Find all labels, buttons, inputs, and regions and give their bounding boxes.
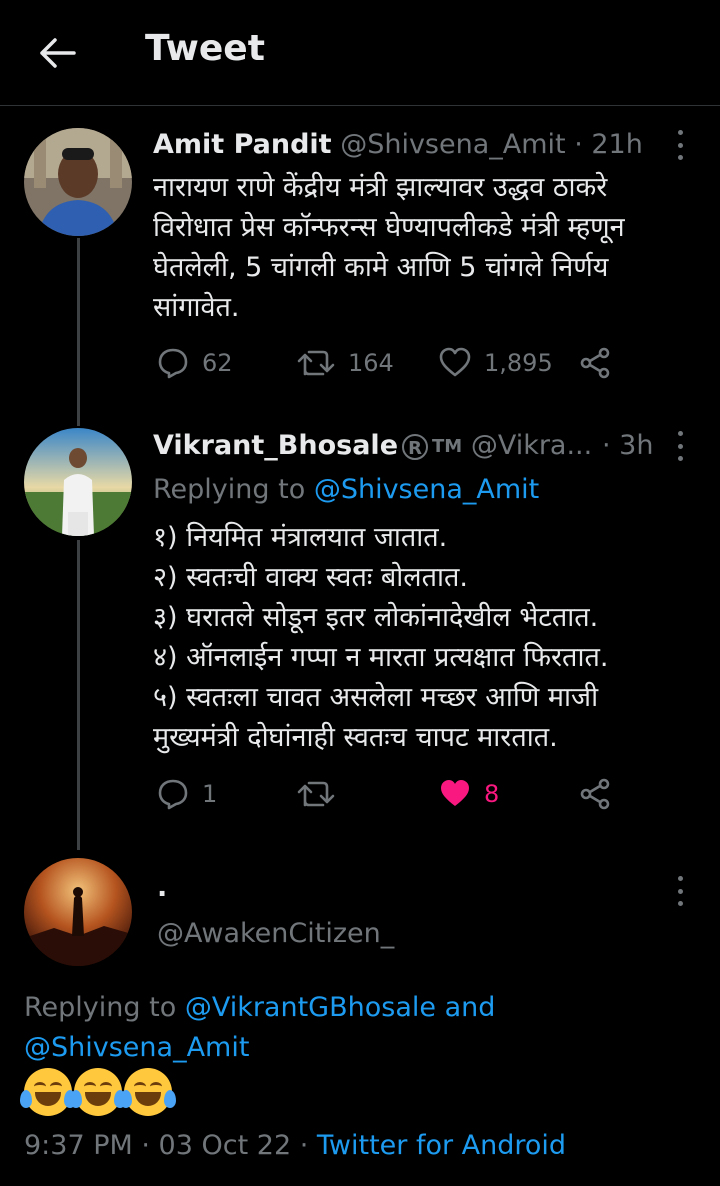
tears-of-joy-emoji-icon xyxy=(120,1068,176,1116)
retweet-button[interactable] xyxy=(296,777,336,811)
more-options-icon[interactable] xyxy=(666,130,694,160)
reply-icon xyxy=(158,348,188,379)
retweet-icon xyxy=(297,350,335,376)
tweet-text: १) नियमित मंत्रालयात जातात. २) स्वतःची व… xyxy=(153,522,609,753)
thread-line xyxy=(77,540,80,850)
avatar[interactable] xyxy=(24,428,132,536)
reply-icon xyxy=(158,779,188,810)
author-name[interactable]: Vikrant_Bhosale xyxy=(153,430,398,461)
page-title: Tweet xyxy=(145,28,265,69)
tweet-time: · 21h xyxy=(574,129,643,160)
tweet-header: . xyxy=(157,872,167,903)
thread-line xyxy=(77,238,80,426)
source-link[interactable]: Twitter for Android xyxy=(317,1130,566,1161)
heart-filled-icon xyxy=(441,780,469,806)
registered-badge: R xyxy=(402,433,429,460)
retweet-icon xyxy=(297,781,335,807)
retweet-count: 164 xyxy=(348,349,394,377)
share-icon xyxy=(580,347,610,379)
replying-and: and xyxy=(444,992,496,1023)
back-arrow-icon[interactable] xyxy=(34,30,80,76)
mention-link[interactable]: @VikrantGBhosale xyxy=(185,992,436,1023)
author-handle[interactable]: @Vikra... xyxy=(471,430,592,461)
more-options-icon[interactable] xyxy=(666,876,694,906)
like-count: 1,895 xyxy=(484,349,553,377)
author-handle[interactable]: @Shivsena_Amit xyxy=(340,129,565,160)
reply-button[interactable]: 62 xyxy=(156,346,233,380)
tweet-text: नारायण राणे केंद्रीय मंत्री झाल्यावर उद्… xyxy=(153,172,625,323)
replying-to: Replying to @VikrantGBhosale and @Shivse… xyxy=(24,988,704,1068)
emoji-row xyxy=(20,1068,176,1116)
share-icon xyxy=(580,778,610,810)
timestamp-time: 9:37 PM xyxy=(24,1130,133,1161)
mention-link[interactable]: @Shivsena_Amit xyxy=(314,474,539,505)
author-handle[interactable]: @AwakenCitizen_ xyxy=(157,918,394,949)
author-name[interactable]: . xyxy=(157,872,167,903)
like-button[interactable]: 1,895 xyxy=(438,346,553,380)
timestamp-date: · 03 Oct 22 · xyxy=(141,1130,309,1161)
tears-of-joy-emoji-icon xyxy=(70,1068,126,1116)
avatar[interactable] xyxy=(24,128,132,236)
mention-link[interactable]: @Shivsena_Amit xyxy=(24,1032,249,1063)
reply-count: 1 xyxy=(202,780,218,808)
share-button[interactable] xyxy=(578,777,612,811)
more-options-icon[interactable] xyxy=(666,431,694,461)
like-button[interactable]: 8 xyxy=(438,777,499,811)
replying-prefix: Replying to xyxy=(24,992,177,1023)
reply-button[interactable]: 1 xyxy=(156,777,217,811)
top-bar: Tweet xyxy=(0,0,720,106)
tweet-header: Amit Pandit @Shivsena_Amit · 21h xyxy=(153,129,643,160)
tweet-timestamp: 9:37 PM · 03 Oct 22 · Twitter for Androi… xyxy=(24,1130,566,1161)
avatar[interactable] xyxy=(24,858,132,966)
tears-of-joy-emoji-icon xyxy=(20,1068,76,1116)
heart-icon xyxy=(439,347,471,377)
like-count: 8 xyxy=(484,780,500,808)
retweet-button[interactable]: 164 xyxy=(296,346,394,380)
replying-prefix: Replying to xyxy=(153,474,306,505)
reply-count: 62 xyxy=(202,349,233,377)
author-name[interactable]: Amit Pandit xyxy=(153,129,332,160)
trademark-badge: TM xyxy=(432,436,463,457)
tweet-header: Vikrant_Bhosale R TM @Vikra... xyxy=(153,430,592,461)
replying-to: Replying to @Shivsena_Amit xyxy=(153,474,539,505)
share-button[interactable] xyxy=(578,346,612,380)
tweet-time: · 3h xyxy=(602,430,654,461)
